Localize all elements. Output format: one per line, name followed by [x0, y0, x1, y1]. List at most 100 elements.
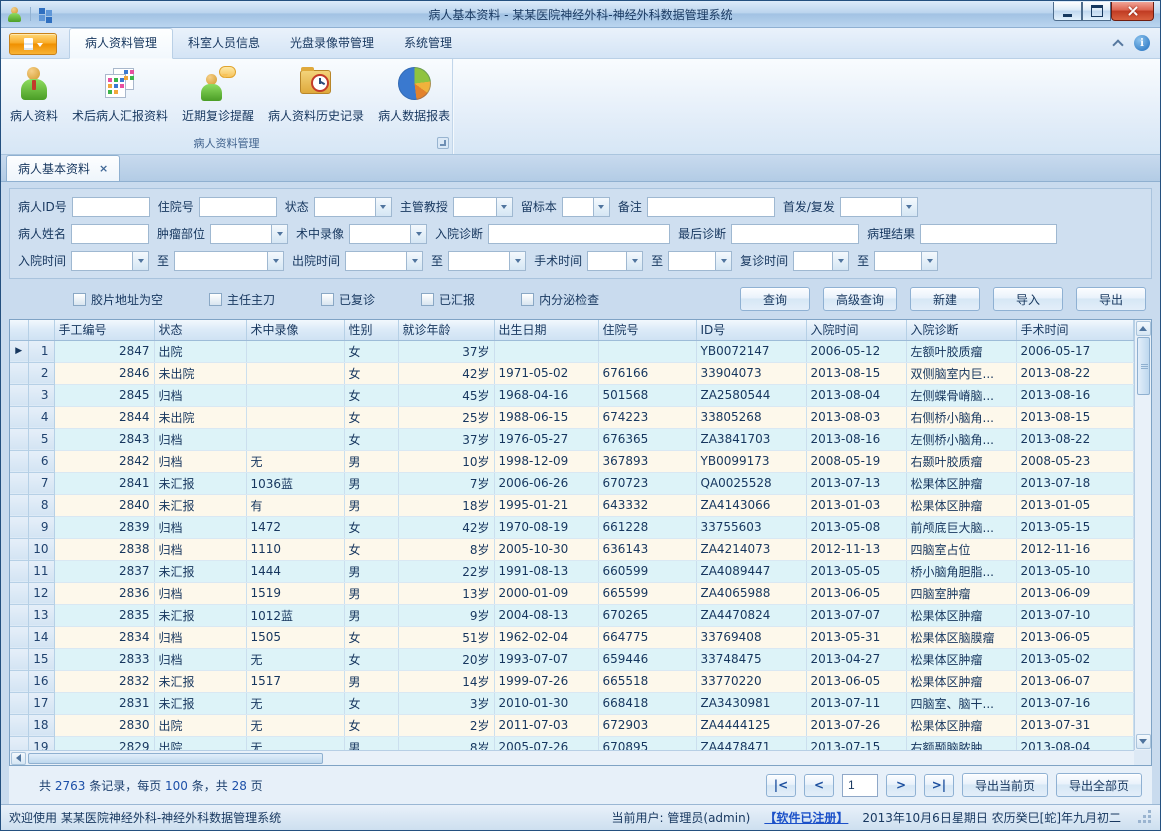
- new-button[interactable]: 新建: [910, 287, 980, 311]
- table-row[interactable]: 4 2844 未出院 女 25岁 1988-06-15 674223 33805…: [10, 406, 1134, 428]
- tumor-site-combo[interactable]: [210, 224, 288, 244]
- vertical-scroll-thumb[interactable]: [1137, 337, 1150, 395]
- checkbox-icon[interactable]: [73, 293, 86, 306]
- horizontal-scroll-thumb[interactable]: [28, 753, 323, 764]
- column-header[interactable]: 住院号: [598, 320, 696, 340]
- table-row[interactable]: 11 2837 未汇报 1444 男 22岁 1991-08-13 660599…: [10, 560, 1134, 582]
- tab-system-management[interactable]: 系统管理: [389, 29, 467, 58]
- chevron-down-icon[interactable]: [410, 225, 426, 243]
- column-header[interactable]: 手工编号: [54, 320, 154, 340]
- ribbon-button-postop-report[interactable]: 术后病人汇报资料: [65, 62, 175, 126]
- table-row[interactable]: 14 2834 归档 1505 女 51岁 1962-02-04 664775 …: [10, 626, 1134, 648]
- surgery-time-to-combo[interactable]: [668, 251, 732, 271]
- column-header[interactable]: 状态: [154, 320, 246, 340]
- first-page-button[interactable]: |<: [766, 774, 796, 797]
- column-header[interactable]: [28, 320, 54, 340]
- chevron-down-icon[interactable]: [832, 252, 848, 270]
- chevron-down-icon[interactable]: [375, 198, 391, 216]
- column-header[interactable]: 入院诊断: [906, 320, 1016, 340]
- last-page-button[interactable]: >|: [924, 774, 954, 797]
- checkbox-icon[interactable]: [521, 293, 534, 306]
- admit-diagnosis-input[interactable]: [488, 224, 670, 244]
- column-header[interactable]: 入院时间: [806, 320, 906, 340]
- page-number-input[interactable]: [842, 774, 878, 797]
- chevron-down-icon[interactable]: [406, 252, 422, 270]
- ribbon-button-revisit-reminder[interactable]: 近期复诊提醒: [175, 62, 261, 126]
- info-icon[interactable]: i: [1134, 35, 1150, 51]
- discharge-time-from-combo[interactable]: [345, 251, 423, 271]
- checkbox-icon[interactable]: [321, 293, 334, 306]
- tab-disc-tape-management[interactable]: 光盘录像带管理: [275, 29, 389, 58]
- surgery-time-from-combo[interactable]: [587, 251, 643, 271]
- chevron-down-icon[interactable]: [715, 252, 731, 270]
- professor-combo[interactable]: [453, 197, 513, 217]
- column-header[interactable]: [10, 320, 28, 340]
- scroll-left-icon[interactable]: [11, 752, 26, 765]
- table-row[interactable]: 12 2836 归档 1519 男 13岁 2000-01-09 665599 …: [10, 582, 1134, 604]
- horizontal-scrollbar[interactable]: [10, 750, 1134, 765]
- patient-id-input[interactable]: [72, 197, 150, 217]
- software-registered-link[interactable]: 【软件已注册】: [764, 809, 848, 826]
- minimize-button[interactable]: [1053, 2, 1082, 21]
- close-button[interactable]: [1111, 2, 1154, 21]
- table-row[interactable]: ▶ 1 2847 出院 女 37岁 YB0072147 2006-05-12 左…: [10, 340, 1134, 362]
- admit-time-to-combo[interactable]: [174, 251, 284, 271]
- filter-checkbox[interactable]: 胶片地址为空: [73, 291, 163, 308]
- quick-access-layout-icon[interactable]: [39, 8, 52, 21]
- advanced-query-button[interactable]: 高级查询: [823, 287, 897, 311]
- table-row[interactable]: 6 2842 归档 无 男 10岁 1998-12-09 367893 YB00…: [10, 450, 1134, 472]
- chevron-down-icon[interactable]: [496, 198, 512, 216]
- revisit-time-to-combo[interactable]: [874, 251, 938, 271]
- table-row[interactable]: 10 2838 归档 1110 女 8岁 2005-10-30 636143 Z…: [10, 538, 1134, 560]
- app-menu-button[interactable]: [9, 33, 57, 55]
- revisit-time-from-combo[interactable]: [793, 251, 849, 271]
- table-row[interactable]: 2 2846 未出院 女 42岁 1971-05-02 676166 33904…: [10, 362, 1134, 384]
- filter-checkbox[interactable]: 主任主刀: [209, 291, 275, 308]
- table-row[interactable]: 8 2840 未汇报 有 男 18岁 1995-01-21 643332 ZA4…: [10, 494, 1134, 516]
- dialog-launcher-icon[interactable]: [437, 137, 449, 149]
- query-button[interactable]: 查询: [740, 287, 810, 311]
- ribbon-button-history-records[interactable]: 病人资料历史记录: [261, 62, 371, 126]
- column-header[interactable]: 手术时间: [1016, 320, 1134, 340]
- chevron-down-icon[interactable]: [921, 252, 937, 270]
- export-all-pages-button[interactable]: 导出全部页: [1056, 773, 1142, 797]
- status-combo[interactable]: [314, 197, 392, 217]
- admit-time-from-combo[interactable]: [71, 251, 149, 271]
- checkbox-icon[interactable]: [209, 293, 222, 306]
- collapse-ribbon-icon[interactable]: [1112, 39, 1123, 50]
- table-row[interactable]: 17 2831 未汇报 无 女 3岁 2010-01-30 668418 ZA3…: [10, 692, 1134, 714]
- tab-department-staff[interactable]: 科室人员信息: [173, 29, 275, 58]
- table-row[interactable]: 16 2832 未汇报 1517 男 14岁 1999-07-26 665518…: [10, 670, 1134, 692]
- checkbox-icon[interactable]: [421, 293, 434, 306]
- admission-no-input[interactable]: [199, 197, 277, 217]
- chevron-down-icon[interactable]: [901, 198, 917, 216]
- scroll-up-icon[interactable]: [1136, 321, 1151, 336]
- filter-checkbox[interactable]: 内分泌检查: [521, 291, 599, 308]
- vertical-scrollbar[interactable]: [1134, 320, 1151, 750]
- column-header[interactable]: 性别: [344, 320, 398, 340]
- prev-page-button[interactable]: <: [804, 774, 834, 797]
- column-header[interactable]: 出生日期: [494, 320, 598, 340]
- remark-input[interactable]: [647, 197, 775, 217]
- title-bar[interactable]: 病人基本资料 - 某某医院神经外科-神经外科数据管理系统: [1, 1, 1160, 28]
- table-row[interactable]: 18 2830 出院 无 女 2岁 2011-07-03 672903 ZA44…: [10, 714, 1134, 736]
- tab-patient-data-management[interactable]: 病人资料管理: [69, 28, 173, 59]
- first-recur-combo[interactable]: [840, 197, 918, 217]
- table-row[interactable]: 5 2843 归档 女 37岁 1976-05-27 676365 ZA3841…: [10, 428, 1134, 450]
- resize-grip-icon[interactable]: [1139, 811, 1152, 824]
- table-row[interactable]: 9 2839 归档 1472 女 42岁 1970-08-19 661228 3…: [10, 516, 1134, 538]
- table-row[interactable]: 3 2845 归档 女 45岁 1968-04-16 501568 ZA2580…: [10, 384, 1134, 406]
- close-tab-icon[interactable]: ×: [99, 163, 108, 174]
- chevron-down-icon[interactable]: [509, 252, 525, 270]
- chevron-down-icon[interactable]: [626, 252, 642, 270]
- column-header[interactable]: ID号: [696, 320, 806, 340]
- doc-tab-patient-basic-info[interactable]: 病人基本资料 ×: [6, 155, 120, 181]
- final-diagnosis-input[interactable]: [731, 224, 859, 244]
- scroll-down-icon[interactable]: [1136, 734, 1151, 749]
- chevron-down-icon[interactable]: [593, 198, 609, 216]
- intraop-video-combo[interactable]: [349, 224, 427, 244]
- pathology-result-input[interactable]: [920, 224, 1057, 244]
- patient-name-input[interactable]: [71, 224, 149, 244]
- discharge-time-to-combo[interactable]: [448, 251, 526, 271]
- export-button[interactable]: 导出: [1076, 287, 1146, 311]
